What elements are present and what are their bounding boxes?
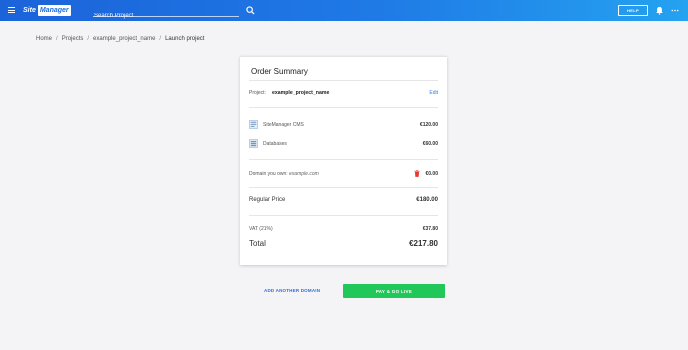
- project-row: Project: example_project_name Edit: [249, 90, 438, 96]
- divider: [249, 187, 438, 188]
- breadcrumb-projects[interactable]: Projects: [62, 36, 84, 42]
- search-icon[interactable]: [246, 6, 255, 15]
- order-item-label: SiteManager CMS: [263, 121, 304, 128]
- add-another-domain-button[interactable]: ADD ANOTHER DOMAIN: [264, 288, 320, 293]
- search-field: [93, 4, 239, 22]
- divider: [249, 159, 438, 160]
- order-item-label: Databases: [263, 140, 287, 147]
- edit-project-link[interactable]: Edit: [429, 90, 438, 96]
- regular-price-value: €180.00: [416, 197, 438, 203]
- breadcrumb-separator: /: [159, 36, 162, 42]
- breadcrumb-current: Launch project: [165, 36, 205, 42]
- domain-row: Domain you own: example.com €0.00: [249, 170, 438, 177]
- more-options-icon[interactable]: [670, 6, 680, 15]
- breadcrumb-home[interactable]: Home: [36, 36, 52, 42]
- help-button[interactable]: HELP: [618, 5, 648, 16]
- breadcrumb: Home / Projects / example_project_name /…: [36, 36, 204, 42]
- regular-price-label: Regular Price: [249, 197, 286, 203]
- sitemanager-logo[interactable]: Site Manager: [23, 5, 71, 16]
- total-value: €217.80: [409, 239, 438, 248]
- order-summary-title: Order Summary: [251, 67, 308, 76]
- database-icon: [249, 139, 258, 148]
- regular-price-row: Regular Price €180.00: [249, 197, 438, 203]
- search-input[interactable]: [93, 10, 233, 22]
- divider: [249, 215, 438, 216]
- breadcrumb-separator: /: [87, 36, 90, 42]
- total-label: Total: [249, 239, 266, 248]
- order-item-price: €120.00: [419, 121, 438, 128]
- cms-icon: [249, 120, 258, 129]
- pay-and-go-live-button[interactable]: PAY & GO LIVE: [343, 284, 445, 298]
- breadcrumb-separator: /: [56, 36, 58, 42]
- vat-value: €37.80: [422, 226, 438, 232]
- domain-label: Domain you own: example.com: [249, 170, 319, 177]
- project-label: Project:: [249, 90, 266, 96]
- menu-icon[interactable]: [8, 7, 15, 13]
- top-navigation-bar: Site Manager HELP: [0, 0, 688, 22]
- order-item-row: Databases €60.00: [249, 139, 438, 148]
- order-item-row: SiteManager CMS €120.00: [249, 120, 438, 129]
- divider: [249, 107, 438, 108]
- project-name: example_project_name: [271, 90, 330, 96]
- logo-site-text: Site: [23, 7, 36, 14]
- order-item-price: €60.00: [422, 140, 438, 147]
- vat-label: VAT (21%): [249, 226, 273, 232]
- breadcrumb-project[interactable]: example_project_name: [93, 36, 155, 42]
- order-summary-card: Order Summary Project: example_project_n…: [240, 56, 447, 265]
- vat-row: VAT (21%) €37.80: [249, 226, 438, 232]
- notifications-bell-icon[interactable]: [655, 6, 664, 15]
- total-row: Total €217.80: [249, 239, 438, 248]
- delete-domain-icon[interactable]: [414, 170, 421, 177]
- domain-price: €0.00: [425, 170, 438, 177]
- logo-manager-text: Manager: [37, 5, 71, 16]
- domain-value: example.com: [289, 170, 319, 177]
- divider: [249, 80, 438, 81]
